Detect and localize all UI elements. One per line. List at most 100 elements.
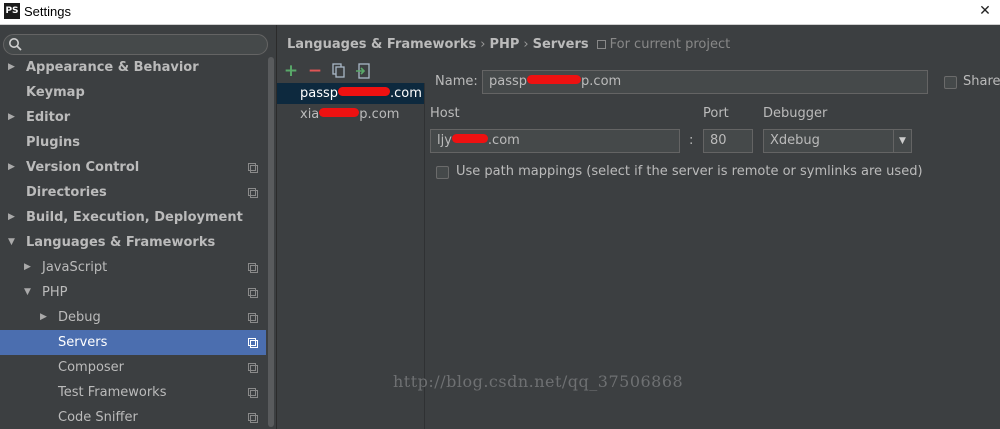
debugger-select[interactable]: Xdebug ▼ [763,129,912,153]
sidebar-item[interactable]: Test Frameworks [0,380,266,405]
sidebar-item[interactable]: Keymap [0,80,266,105]
server-list-item[interactable]: xia p.com [277,104,424,125]
server-name-prefix: passp [300,86,339,101]
project-scope-icon [248,263,258,273]
debugger-value: Xdebug [770,133,820,148]
sidebar-item[interactable]: ▶ Debug [0,305,266,330]
sidebar-item-label: Version Control [26,160,140,175]
chevron-right-icon[interactable]: ▶ [24,255,34,280]
breadcrumb: Languages & Frameworks › PHP › Servers For cu… [287,37,730,52]
redaction-mark [319,108,360,117]
copy-icon [332,63,345,78]
settings-sidebar: ▶ Appearance & Behavior Keymap ▶ Editor Plugi… [0,25,276,429]
sidebar-item-label: Test Frameworks [58,385,167,400]
host-field[interactable]: ljy .com [430,129,680,153]
sidebar-item-label: Code Sniffer [58,410,138,425]
chevron-down-icon[interactable]: ▼ [24,280,34,305]
sidebar-item-label: Composer [58,360,125,375]
path-mappings-checkbox[interactable] [436,166,449,179]
import-server-button[interactable] [353,61,373,81]
chevron-right-icon[interactable]: ▶ [40,305,50,330]
sidebar-item[interactable]: ▼ PHP [0,280,266,305]
project-scope-icon [248,288,258,298]
name-value-suffix: p.com [581,74,622,89]
search-icon [9,38,22,51]
server-name-suffix: .com [390,86,422,101]
project-scope-icon [596,40,606,49]
host-port-separator: : [689,133,694,148]
shared-checkbox[interactable] [944,76,957,89]
sidebar-item-label: Appearance & Behavior [26,60,199,75]
phpstorm-icon: PS [4,3,20,19]
project-scope-icon [248,163,258,173]
server-name-suffix: p.com [359,107,400,122]
project-scope-icon [248,313,258,323]
breadcrumb-languages: Languages & Frameworks [287,37,477,52]
chevron-right-icon[interactable]: ▶ [8,205,18,230]
host-value-suffix: .com [487,133,520,148]
sidebar-item[interactable]: Directories [0,180,266,205]
sidebar-item[interactable]: Plugins [0,130,266,155]
port-field[interactable]: 80 [703,129,753,153]
title-bar: PS Settings ✕ [0,0,1000,25]
sidebar-item[interactable]: Code Sniffer [0,405,266,429]
add-server-button[interactable]: + [281,61,301,81]
chevron-right-icon[interactable]: ▶ [8,155,18,180]
name-field[interactable]: passp p.com [482,70,928,94]
scrollbar-thumb[interactable] [268,57,274,427]
sidebar-item[interactable]: ▶ Editor [0,105,266,130]
name-value-prefix: passp [489,74,528,89]
sidebar-item-label: Debug [58,310,101,325]
debugger-label: Debugger [763,106,828,121]
project-scope-icon [248,338,258,348]
sidebar-item-label: Plugins [26,135,80,150]
server-list-item[interactable]: passp .com [277,83,424,104]
breadcrumb-servers: Servers [532,37,589,52]
host-label: Host [430,106,460,121]
project-scope-icon [248,363,258,373]
search-input[interactable] [3,34,268,55]
import-icon [356,63,370,79]
sidebar-item[interactable]: Servers [0,330,266,355]
project-scope-icon [248,188,258,198]
settings-tree: ▶ Appearance & Behavior Keymap ▶ Editor Plugi… [0,55,266,429]
sidebar-item[interactable]: ▼ Languages & Frameworks [0,230,266,255]
port-label: Port [703,106,729,121]
breadcrumb-separator: › [523,37,529,52]
scope-label: For current project [609,37,731,52]
sidebar-item[interactable]: ▶ JavaScript [0,255,266,280]
sidebar-item[interactable]: ▶ Build, Execution, Deployment [0,205,266,230]
sidebar-item-label: Languages & Frameworks [26,235,216,250]
breadcrumb-php: PHP [489,37,520,52]
sidebar-item[interactable]: ▶ Version Control [0,155,266,180]
redaction-mark [527,75,582,84]
watermark: http://blog.csdn.net/qq_37506868 [393,372,684,391]
close-button[interactable]: ✕ [976,1,994,21]
server-name-prefix: xia [300,107,320,122]
chevron-down-icon[interactable]: ▼ [8,230,18,255]
project-scope-icon [248,413,258,423]
chevron-down-icon: ▼ [893,130,911,152]
window-title: Settings [24,4,71,19]
remove-server-button[interactable]: − [305,61,325,81]
shared-label: Shared [963,74,1000,89]
chevron-right-icon[interactable]: ▶ [8,55,18,80]
redaction-mark [338,87,391,96]
breadcrumb-separator: › [480,37,486,52]
sidebar-item-label: PHP [42,285,68,300]
host-value-prefix: ljy [437,133,452,148]
path-mappings-label: Use path mappings (select if the server … [456,164,923,179]
sidebar-item-label: Directories [26,185,107,200]
sidebar-item-label: Build, Execution, Deployment [26,210,243,225]
sidebar-item-label: Servers [58,335,108,350]
sidebar-item[interactable]: Composer [0,355,266,380]
sidebar-item-label: Keymap [26,85,85,100]
sidebar-item[interactable]: ▶ Appearance & Behavior [0,55,266,80]
tree-scrollbar[interactable] [266,55,276,429]
chevron-right-icon[interactable]: ▶ [8,105,18,130]
redaction-mark [451,134,488,143]
copy-server-button[interactable] [329,61,349,81]
sidebar-item-label: Editor [26,110,71,125]
name-label: Name: [435,74,478,89]
project-scope-icon [248,388,258,398]
